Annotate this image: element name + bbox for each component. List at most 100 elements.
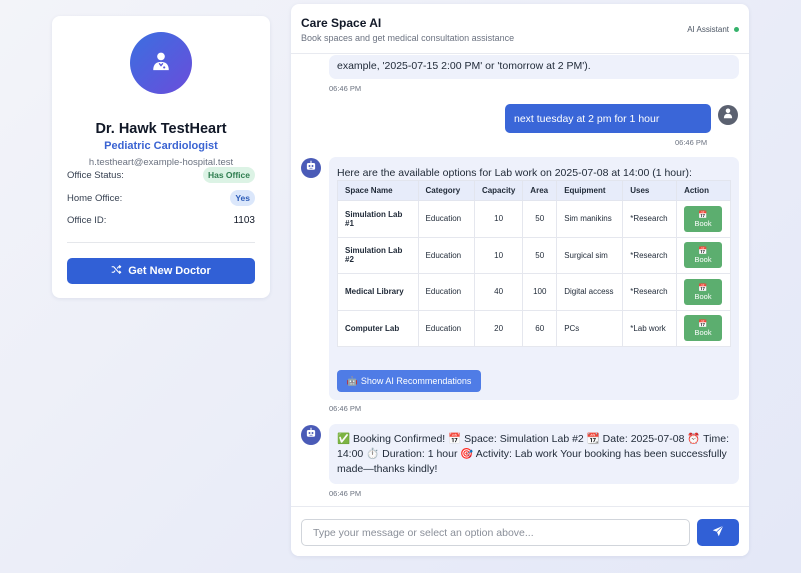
- book-button-label: Book: [694, 218, 712, 228]
- user-avatar: [718, 105, 738, 125]
- send-button[interactable]: [697, 519, 739, 546]
- space-capacity: 10: [473, 200, 524, 238]
- user-icon: [722, 106, 734, 124]
- booking-confirmation-text: ✅ Booking Confirmed! 📅 Space: Simulation…: [337, 433, 729, 475]
- chat-header: Care Space AI Book spaces and get medica…: [291, 4, 749, 54]
- available-spaces-table: Space Name Category Capacity Area Equipm…: [337, 180, 731, 347]
- space-uses: *Lab work: [622, 309, 678, 347]
- message-timestamp: 06:46 PM: [329, 404, 362, 413]
- show-ai-recommendations-button[interactable]: 🤖 Show AI Recommendations: [337, 370, 481, 392]
- bot-message-previous: example, '2025-07-15 2:00 PM' or 'tomorr…: [329, 55, 739, 79]
- space-equipment: Digital access: [556, 273, 624, 311]
- column-header: Uses: [622, 180, 678, 201]
- space-category: Education: [417, 309, 475, 347]
- space-category: Education: [417, 273, 475, 311]
- space-uses: *Research: [622, 273, 678, 311]
- column-header: Category: [417, 180, 475, 201]
- column-header: Area: [522, 180, 558, 201]
- space-equipment: Sim manikins: [556, 200, 624, 238]
- action-cell: 📅 Book: [676, 309, 731, 347]
- doctor-profile-card: Dr. Hawk TestHeart Pediatric Cardiologis…: [52, 16, 270, 298]
- book-button[interactable]: 📅 Book: [684, 205, 723, 232]
- book-button[interactable]: 📅 Book: [684, 278, 723, 305]
- message-timestamp: 06:46 PM: [329, 489, 362, 498]
- bot-avatar: [301, 158, 321, 178]
- ai-assistant-status: AI Assistant: [687, 25, 739, 34]
- table-row: Simulation Lab #2 Education 10 50 Surgic…: [337, 236, 731, 274]
- space-equipment: PCs: [556, 309, 624, 347]
- calendar-icon: 📅: [698, 246, 708, 256]
- book-button[interactable]: 📅 Book: [684, 315, 723, 342]
- space-uses: *Research: [622, 200, 678, 238]
- column-header: Action: [676, 180, 731, 201]
- space-category: Education: [417, 200, 475, 238]
- shuffle-icon: [111, 264, 122, 278]
- chat-subtitle: Book spaces and get medical consultation…: [301, 33, 515, 43]
- book-button[interactable]: 📅 Book: [684, 242, 723, 269]
- space-capacity: 10: [473, 236, 524, 274]
- chat-title: Care Space AI: [301, 16, 382, 30]
- space-name: Simulation Lab #1: [337, 200, 419, 238]
- column-header: Capacity: [473, 180, 524, 201]
- action-cell: 📅 Book: [676, 200, 731, 238]
- table-row: Computer Lab Education 20 60 PCs *Lab wo…: [337, 309, 731, 347]
- office-status-label: Office Status:: [67, 169, 124, 181]
- office-id-row: Office ID: 1103: [67, 212, 255, 228]
- ai-recommendations-label: Show AI Recommendations: [360, 376, 472, 386]
- home-office-badge: Yes: [230, 190, 255, 206]
- message-input[interactable]: [301, 519, 690, 546]
- ai-assistant-label: AI Assistant: [687, 25, 729, 34]
- chat-panel: Care Space AI Book spaces and get medica…: [291, 4, 749, 556]
- table-row: Simulation Lab #1 Education 10 50 Sim ma…: [337, 200, 731, 238]
- home-office-label: Home Office:: [67, 192, 123, 204]
- office-id-value: 1103: [233, 214, 255, 226]
- doctor-specialty: Pediatric Cardiologist: [104, 140, 218, 152]
- action-cell: 📅 Book: [676, 273, 731, 311]
- home-office-row: Home Office: Yes: [67, 190, 255, 206]
- calendar-icon: 📅: [698, 282, 708, 292]
- table-row: Medical Library Education 40 100 Digital…: [337, 273, 731, 311]
- bot-message-confirmation: ✅ Booking Confirmed! 📅 Space: Simulation…: [329, 424, 739, 484]
- get-new-doctor-label: Get New Doctor: [128, 265, 211, 277]
- bot-message-text: example, '2025-07-15 2:00 PM' or 'tomorr…: [337, 60, 591, 72]
- space-name: Medical Library: [337, 273, 419, 311]
- doctor-icon: [150, 50, 172, 77]
- doctor-avatar: [130, 32, 192, 94]
- user-message-text: next tuesday at 2 pm for 1 hour: [514, 112, 660, 125]
- user-message: next tuesday at 2 pm for 1 hour: [505, 104, 711, 133]
- doctor-name: Dr. Hawk TestHeart: [95, 121, 227, 137]
- office-status-row: Office Status: Has Office: [67, 167, 255, 183]
- options-intro-text: Here are the available options for Lab w…: [337, 167, 692, 179]
- paper-plane-icon: [712, 525, 724, 540]
- space-capacity: 20: [473, 309, 524, 347]
- table-header-row: Space Name Category Capacity Area Equipm…: [337, 180, 731, 201]
- online-status-dot: [734, 27, 739, 32]
- robot-icon: [305, 159, 317, 177]
- space-area: 50: [522, 200, 558, 238]
- book-button-label: Book: [694, 255, 712, 265]
- profile-divider: [67, 242, 255, 243]
- message-timestamp: 06:46 PM: [675, 138, 708, 147]
- message-timestamp: 06:46 PM: [329, 84, 362, 93]
- calendar-icon: 📅: [698, 209, 708, 219]
- space-category: Education: [417, 236, 475, 274]
- space-name: Computer Lab: [337, 309, 419, 347]
- book-button-label: Book: [694, 328, 712, 338]
- space-area: 100: [522, 273, 558, 311]
- office-id-label: Office ID:: [67, 214, 107, 226]
- space-name: Simulation Lab #2: [337, 236, 419, 274]
- action-cell: 📅 Book: [676, 236, 731, 274]
- space-capacity: 40: [473, 273, 524, 311]
- message-input-bar: [291, 506, 749, 556]
- office-status-badge: Has Office: [202, 167, 255, 183]
- space-area: 60: [522, 309, 558, 347]
- column-header: Equipment: [556, 180, 624, 201]
- column-header: Space Name: [337, 180, 419, 201]
- robot-icon: [305, 426, 317, 444]
- space-equipment: Surgical sim: [556, 236, 624, 274]
- robot-icon: 🤖: [346, 375, 358, 386]
- calendar-icon: 📅: [698, 319, 708, 329]
- get-new-doctor-button[interactable]: Get New Doctor: [67, 258, 255, 284]
- book-button-label: Book: [694, 291, 712, 301]
- space-area: 50: [522, 236, 558, 274]
